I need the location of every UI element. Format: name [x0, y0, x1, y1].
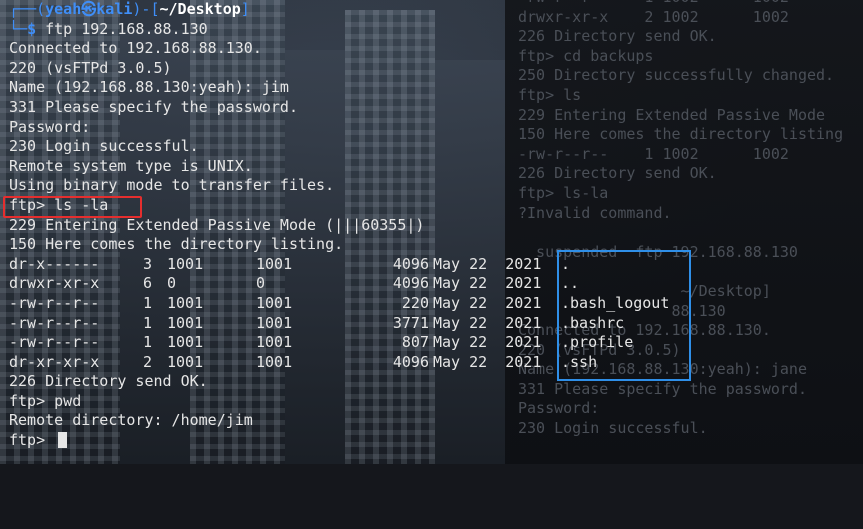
owner: 1001	[167, 352, 204, 371]
group: 1001	[256, 254, 293, 273]
perm: -rw-r--r--	[9, 293, 100, 312]
perm: drwxr-xr-x	[9, 274, 100, 293]
date: May 22 2021	[433, 333, 542, 352]
group: 1001	[256, 352, 293, 371]
listing-row: dr-xr-xr-x 2 1001 1001 4096 May 22 2021 …	[9, 353, 863, 373]
prompt-user: yeah	[45, 0, 82, 18]
group: 0	[256, 274, 266, 293]
links: 2	[142, 352, 152, 371]
listing-row: -rw-r--r-- 1 1001 1001 807 May 22 2021 .…	[9, 333, 863, 353]
ls-command-highlight-box	[3, 196, 142, 218]
links: 1	[142, 293, 152, 312]
listing-row: drwxr-xr-x 6 0 0 4096 May 22 2021 ..	[9, 274, 863, 294]
size: 220	[401, 293, 429, 312]
links: 1	[142, 313, 152, 332]
links: 3	[142, 254, 152, 273]
output-line: 331 Please specify the password.	[9, 97, 298, 116]
perm: -rw-r--r--	[9, 313, 100, 332]
output-line: Remote directory: /home/jim	[9, 411, 253, 430]
owner: 1001	[167, 313, 204, 332]
size: 3771	[392, 313, 429, 332]
listing-row: -rw-r--r-- 1 1001 1001 3771 May 22 2021 …	[9, 314, 863, 334]
links: 1	[142, 333, 152, 352]
prompt-line-1: ┌──(yeah㉿kali)-[~/Desktop]	[9, 0, 250, 18]
filenames-highlight-box	[557, 250, 691, 381]
date: May 22 2021	[433, 254, 542, 273]
date: May 22 2021	[433, 274, 542, 293]
perm: dr-xr-xr-x	[9, 352, 100, 371]
listing-row: dr-x------ 3 1001 1001 4096 May 22 2021 …	[9, 255, 863, 275]
prompt-cwd: ~/Desktop	[159, 0, 241, 18]
prompt-skull-glyph: ㉿	[81, 0, 97, 18]
output-line: Connected to 192.168.88.130.	[9, 39, 262, 58]
date: May 22 2021	[433, 352, 542, 371]
links: 6	[142, 274, 152, 293]
prompt-dollar: $	[27, 19, 37, 38]
date: May 22 2021	[433, 313, 542, 332]
prompt-host: kali	[96, 0, 133, 18]
text-cursor	[58, 432, 68, 449]
output-line: Password:	[9, 117, 91, 136]
group: 1001	[256, 293, 293, 312]
owner: 0	[167, 274, 177, 293]
output-line: Name (192.168.88.130:yeah): jim	[9, 78, 289, 97]
output-line: ftp> pwd	[9, 391, 82, 410]
terminal[interactable]: ┌──(yeah㉿kali)-[~/Desktop] └─$ ftp 192.1…	[9, 0, 863, 451]
output-line: 230 Login successful.	[9, 137, 199, 156]
date: May 22 2021	[433, 293, 542, 312]
size: 4096	[392, 254, 429, 273]
perm: -rw-r--r--	[9, 333, 100, 352]
command-text: ftp 192.168.88.130	[45, 19, 208, 38]
prompt-line-2: └─$ ftp 192.168.88.130	[9, 19, 208, 38]
owner: 1001	[167, 333, 204, 352]
current-prompt-line[interactable]: ftp>	[9, 431, 863, 451]
listing-row: -rw-r--r-- 1 1001 1001 220 May 22 2021 .…	[9, 294, 863, 314]
group: 1001	[256, 333, 293, 352]
size: 4096	[392, 274, 429, 293]
size: 807	[401, 333, 429, 352]
perm: dr-x------	[9, 254, 100, 273]
output-line: Remote system type is UNIX.	[9, 156, 253, 175]
output-line: 220 (vsFTPd 3.0.5)	[9, 58, 172, 77]
output-line: Using binary mode to transfer files.	[9, 176, 335, 195]
output-line: 226 Directory send OK.	[9, 372, 208, 391]
output-line: 229 Entering Extended Passive Mode (|||6…	[9, 215, 425, 234]
owner: 1001	[167, 293, 204, 312]
ftp-prompt: ftp>	[9, 431, 55, 450]
directory-listing: dr-x------ 3 1001 1001 4096 May 22 2021 …	[9, 255, 863, 373]
group: 1001	[256, 313, 293, 332]
size: 4096	[392, 352, 429, 371]
owner: 1001	[167, 254, 204, 273]
output-line: 150 Here comes the directory listing.	[9, 235, 344, 254]
